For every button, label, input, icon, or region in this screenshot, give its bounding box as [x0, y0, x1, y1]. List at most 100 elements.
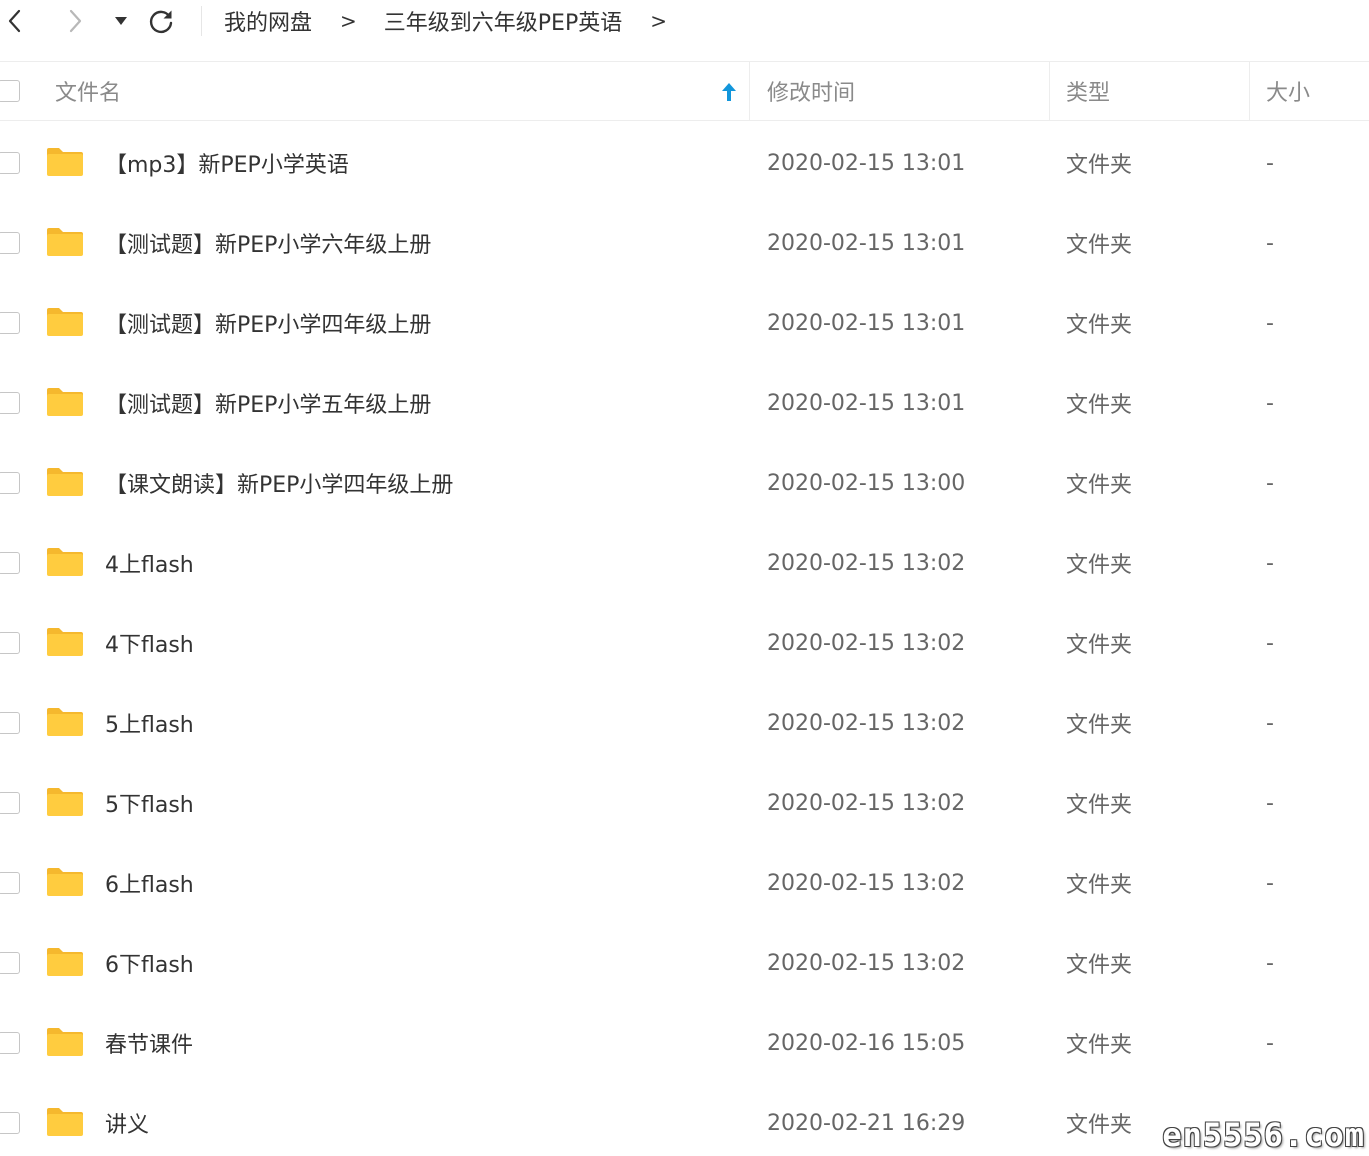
file-type: 文件夹 — [1066, 1113, 1133, 1138]
file-type: 文件夹 — [1066, 233, 1133, 258]
column-divider[interactable] — [1249, 62, 1250, 120]
table-row[interactable]: 【课文朗读】新PEP小学四年级上册 2020-02-15 13:00 文件夹 - — [0, 443, 1369, 523]
file-size: - — [1266, 950, 1274, 976]
file-type: 文件夹 — [1066, 953, 1133, 978]
breadcrumb-separator: > — [340, 9, 357, 33]
row-checkbox[interactable] — [0, 632, 20, 654]
caret-down-icon — [115, 17, 127, 25]
table-row[interactable]: 【测试题】新PEP小学五年级上册 2020-02-15 13:01 文件夹 - — [0, 363, 1369, 443]
file-type: 文件夹 — [1066, 473, 1133, 498]
file-type: 文件夹 — [1066, 713, 1133, 738]
table-row[interactable]: 【测试题】新PEP小学四年级上册 2020-02-15 13:01 文件夹 - — [0, 283, 1369, 363]
file-name[interactable]: 【课文朗读】新PEP小学四年级上册 — [105, 443, 453, 523]
forward-button[interactable] — [60, 4, 90, 38]
navigation-bar: 我的网盘 > 三年级到六年级PEP英语 > — [0, 0, 1369, 44]
column-header-type[interactable]: 类型 — [1066, 62, 1236, 120]
table-row[interactable]: 【测试题】新PEP小学六年级上册 2020-02-15 13:01 文件夹 - — [0, 203, 1369, 283]
modified-time: 2020-02-15 13:02 — [767, 710, 966, 736]
table-row[interactable]: 5下flash 2020-02-15 13:02 文件夹 - — [0, 763, 1369, 843]
folder-icon — [47, 548, 83, 576]
column-divider[interactable] — [749, 62, 750, 120]
row-checkbox[interactable] — [0, 232, 20, 254]
row-checkbox[interactable] — [0, 152, 20, 174]
file-name[interactable]: 5下flash — [105, 763, 194, 843]
file-type: 文件夹 — [1066, 553, 1133, 578]
folder-icon — [47, 388, 83, 416]
row-checkbox[interactable] — [0, 472, 20, 494]
file-manager-page: 我的网盘 > 三年级到六年级PEP英语 > 文件名 修改时间 类型 大小 【mp… — [0, 0, 1369, 1156]
row-checkbox[interactable] — [0, 1112, 20, 1134]
arrow-up-icon[interactable] — [719, 81, 739, 103]
modified-time: 2020-02-15 13:01 — [767, 230, 966, 256]
folder-icon — [47, 308, 83, 336]
file-name[interactable]: 春节课件 — [105, 1003, 193, 1083]
back-button[interactable] — [0, 4, 30, 38]
table-row[interactable]: 5上flash 2020-02-15 13:02 文件夹 - — [0, 683, 1369, 763]
modified-time: 2020-02-15 13:02 — [767, 550, 966, 576]
table-row[interactable]: 4上flash 2020-02-15 13:02 文件夹 - — [0, 523, 1369, 603]
refresh-button[interactable] — [146, 4, 176, 38]
file-name[interactable]: 6下flash — [105, 923, 194, 1003]
file-type: 文件夹 — [1066, 793, 1133, 818]
file-name[interactable]: 4下flash — [105, 603, 194, 683]
select-all-checkbox[interactable] — [0, 80, 20, 102]
file-size: - — [1266, 710, 1274, 736]
folder-icon — [47, 228, 83, 256]
file-type: 文件夹 — [1066, 393, 1133, 418]
file-name[interactable]: 【测试题】新PEP小学六年级上册 — [105, 203, 431, 283]
row-checkbox[interactable] — [0, 792, 20, 814]
file-list: 【mp3】新PEP小学英语 2020-02-15 13:01 文件夹 - 【测试… — [0, 123, 1369, 1156]
column-header-modified-time[interactable]: 修改时间 — [767, 62, 1037, 120]
refresh-icon — [149, 10, 173, 34]
breadcrumb: 我的网盘 > 三年级到六年级PEP英语 > — [224, 6, 694, 36]
chevron-left-icon — [8, 9, 21, 33]
column-header-name[interactable]: 文件名 — [55, 62, 745, 120]
file-name[interactable]: 5上flash — [105, 683, 194, 763]
breadcrumb-item-current[interactable]: 三年级到六年级PEP英语 — [384, 5, 622, 37]
table-row[interactable]: 6上flash 2020-02-15 13:02 文件夹 - — [0, 843, 1369, 923]
file-size: - — [1266, 390, 1274, 416]
folder-icon — [47, 148, 83, 176]
folder-icon — [47, 628, 83, 656]
modified-time: 2020-02-15 13:01 — [767, 310, 966, 336]
file-size: - — [1266, 150, 1274, 176]
file-size: - — [1266, 790, 1274, 816]
table-row[interactable]: 【mp3】新PEP小学英语 2020-02-15 13:01 文件夹 - — [0, 123, 1369, 203]
column-divider[interactable] — [1049, 62, 1050, 120]
folder-icon — [47, 788, 83, 816]
column-header-size[interactable]: 大小 — [1266, 62, 1366, 120]
row-checkbox[interactable] — [0, 952, 20, 974]
row-checkbox[interactable] — [0, 1032, 20, 1054]
row-checkbox[interactable] — [0, 312, 20, 334]
table-row[interactable]: 4下flash 2020-02-15 13:02 文件夹 - — [0, 603, 1369, 683]
table-row[interactable]: 春节课件 2020-02-16 15:05 文件夹 - — [0, 1003, 1369, 1083]
file-name[interactable]: 【mp3】新PEP小学英语 — [105, 123, 349, 203]
modified-time: 2020-02-15 13:02 — [767, 950, 966, 976]
row-checkbox[interactable] — [0, 872, 20, 894]
file-size: - — [1266, 550, 1274, 576]
file-size: - — [1266, 310, 1274, 336]
modified-time: 2020-02-15 13:02 — [767, 630, 966, 656]
file-name[interactable]: 【测试题】新PEP小学四年级上册 — [105, 283, 431, 363]
table-row[interactable]: 6下flash 2020-02-15 13:02 文件夹 - — [0, 923, 1369, 1003]
row-checkbox[interactable] — [0, 712, 20, 734]
folder-icon — [47, 868, 83, 896]
file-size: - — [1266, 230, 1274, 256]
row-checkbox[interactable] — [0, 552, 20, 574]
file-name[interactable]: 讲义 — [105, 1083, 149, 1156]
folder-icon — [47, 468, 83, 496]
breadcrumb-separator: > — [650, 9, 667, 33]
file-name[interactable]: 【测试题】新PEP小学五年级上册 — [105, 363, 431, 443]
watermark: en5556.com — [1162, 1116, 1365, 1154]
file-size: - — [1266, 1030, 1274, 1056]
modified-time: 2020-02-15 13:02 — [767, 790, 966, 816]
history-dropdown-button[interactable] — [106, 4, 136, 38]
folder-icon — [47, 708, 83, 736]
table-header: 文件名 修改时间 类型 大小 — [0, 61, 1369, 121]
file-name[interactable]: 4上flash — [105, 523, 194, 603]
file-name[interactable]: 6上flash — [105, 843, 194, 923]
file-type: 文件夹 — [1066, 633, 1133, 658]
modified-time: 2020-02-16 15:05 — [767, 1030, 966, 1056]
row-checkbox[interactable] — [0, 392, 20, 414]
breadcrumb-item-root[interactable]: 我的网盘 — [224, 5, 312, 37]
